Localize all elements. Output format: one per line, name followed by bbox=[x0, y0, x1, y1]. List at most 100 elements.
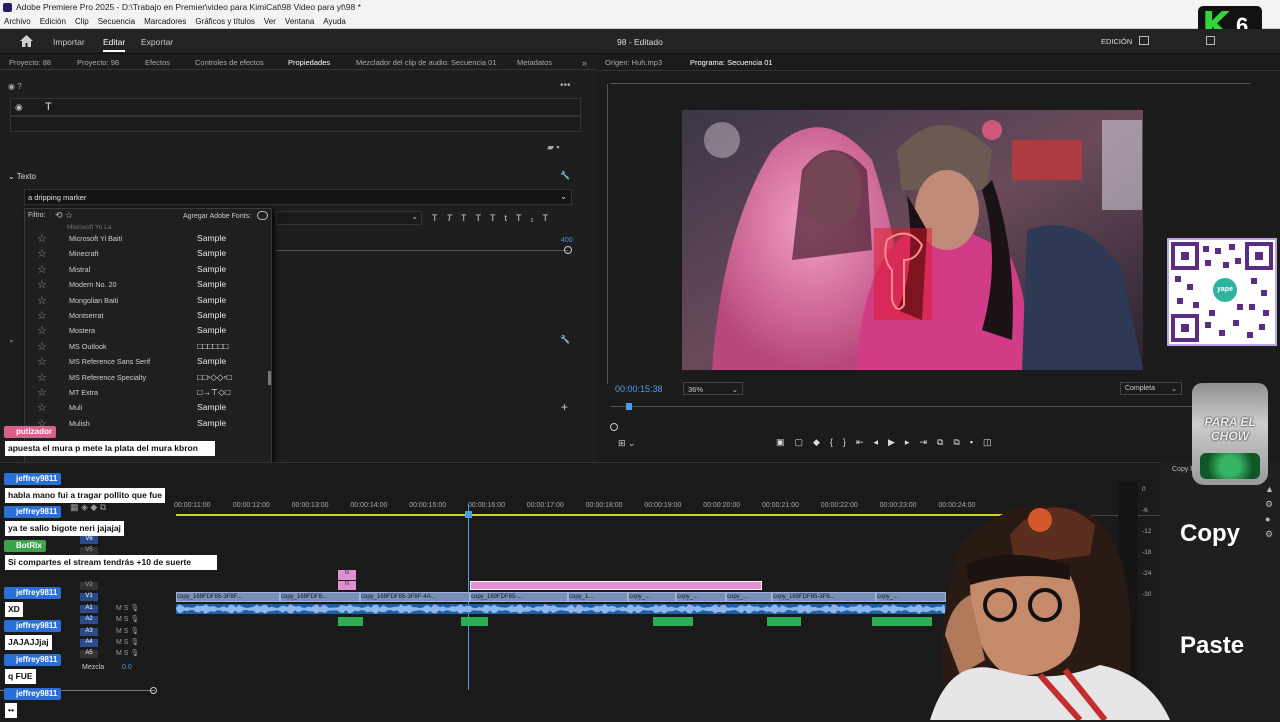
mix-value[interactable]: 0.0 bbox=[122, 664, 132, 671]
font-style-select[interactable]: ⌄ bbox=[276, 211, 422, 225]
font-dropdown[interactable]: Filtro: ⟲ ☆ Agregar Adobe Fonts: Microso… bbox=[24, 208, 272, 472]
panel-icon[interactable] bbox=[1139, 36, 1149, 45]
eye-icon[interactable]: ◉ ? bbox=[8, 82, 22, 91]
audio-track-label[interactable]: A1 bbox=[80, 605, 98, 613]
video-clip[interactable]: copy_169FDF85-3F8... bbox=[772, 592, 876, 602]
tab-exportar[interactable]: Exportar bbox=[141, 37, 173, 47]
font-search-input[interactable]: a dripping marker ⌄ bbox=[24, 189, 572, 205]
video-clip[interactable]: copy_169FDF85-... bbox=[470, 592, 568, 602]
audio-clip-green[interactable] bbox=[461, 617, 488, 626]
work-area-bar[interactable] bbox=[176, 514, 1006, 516]
chevron-down-icon[interactable]: ⌄ bbox=[560, 192, 567, 201]
font-list-item[interactable]: ☆ Microsoft Yi Baiti Sample bbox=[25, 231, 271, 246]
filter-icons[interactable]: ⟲ ☆ bbox=[55, 210, 73, 221]
timeline-playhead-head[interactable] bbox=[465, 511, 472, 518]
menu-clip[interactable]: Clip bbox=[75, 17, 89, 26]
menu-edicion[interactable]: Edición bbox=[40, 17, 66, 26]
wrench-icon-2[interactable]: 🔧 bbox=[560, 335, 570, 344]
quality-select[interactable]: Completa ⌄ bbox=[1120, 382, 1182, 395]
star-icon[interactable]: ☆ bbox=[37, 371, 47, 384]
settings-icon[interactable]: ⊞ ⌄ bbox=[618, 438, 636, 449]
audio-clip-green[interactable] bbox=[653, 617, 693, 626]
star-icon[interactable]: ☆ bbox=[37, 401, 47, 414]
text-style-buttons[interactable]: TTTTTtT₁T bbox=[432, 213, 557, 223]
font-list-item[interactable]: ☆ MS Outlook □□□□□□ bbox=[25, 339, 271, 354]
star-icon[interactable]: ☆ bbox=[37, 340, 47, 353]
video-clip[interactable]: copy_1... bbox=[568, 592, 628, 602]
size-value[interactable]: 400 bbox=[561, 237, 573, 244]
video-clip[interactable]: copy_... bbox=[628, 592, 676, 602]
tab-proyecto-88[interactable]: Proyecto: 88 bbox=[9, 58, 51, 67]
menu-ver[interactable]: Ver bbox=[264, 17, 276, 26]
tab-propiedades[interactable]: Propiedades bbox=[288, 58, 330, 67]
menu-ventana[interactable]: Ventana bbox=[285, 17, 314, 26]
layer-row[interactable]: ◉ T bbox=[10, 98, 581, 116]
tab-source[interactable]: Origen: Huh.mp3 bbox=[605, 58, 662, 67]
tab-editar[interactable]: Editar bbox=[103, 37, 126, 52]
menu-marcadores[interactable]: Marcadores bbox=[144, 17, 186, 26]
font-list-item[interactable]: ☆ MS Reference Specialty □□▫◇◇▫□ bbox=[25, 370, 271, 385]
font-list-item[interactable]: ☆ Mongolian Baiti Sample bbox=[25, 293, 271, 308]
audio-clip-green[interactable] bbox=[338, 617, 363, 626]
visibility-icon[interactable]: ◉ bbox=[15, 102, 23, 113]
audio-track-label[interactable]: A3 bbox=[80, 627, 98, 636]
star-icon[interactable]: ☆ bbox=[37, 247, 47, 260]
menu-archivo[interactable]: Archivo bbox=[4, 17, 31, 26]
graphics-clip[interactable] bbox=[470, 581, 762, 590]
more-tabs-icon[interactable]: » bbox=[582, 58, 587, 68]
text-tool-icon[interactable]: T bbox=[45, 101, 52, 113]
text-section-header[interactable]: ⌄ Texto bbox=[8, 172, 36, 181]
size-slider-handle[interactable] bbox=[564, 246, 572, 254]
font-list-scrollbar[interactable] bbox=[268, 371, 271, 385]
audio-clip-green[interactable] bbox=[767, 617, 801, 626]
star-icon[interactable]: ☆ bbox=[37, 324, 47, 337]
mute-solo-mic-icons[interactable]: M S 🎙 bbox=[116, 615, 139, 623]
font-list-item[interactable]: ☆ Mulish Sample bbox=[25, 416, 271, 431]
track-v6[interactable]: V6 bbox=[80, 536, 98, 544]
adobe-fonts-toggle-icon[interactable] bbox=[257, 211, 268, 220]
video-clip[interactable]: copy_169FDF85-3F8F-4A... bbox=[360, 592, 470, 602]
tab-proyecto-98[interactable]: Proyecto: 98 bbox=[77, 58, 119, 67]
track-v2[interactable]: V2 bbox=[80, 582, 98, 590]
side-icons[interactable]: ▲ ⚙ ● ⚙ bbox=[1265, 482, 1274, 542]
maximize-icon[interactable] bbox=[1206, 36, 1215, 45]
video-clip[interactable]: copy_... bbox=[726, 592, 772, 602]
collapse-icon[interactable]: ⌄ bbox=[8, 335, 15, 344]
video-clip[interactable]: copy_... bbox=[676, 592, 726, 602]
tab-efectos[interactable]: Efectos bbox=[145, 58, 170, 67]
fx-clip-2[interactable]: fx bbox=[338, 581, 356, 590]
star-icon[interactable]: ☆ bbox=[37, 294, 47, 307]
font-list-item[interactable]: ☆ MT Extra □→⊤◇□ bbox=[25, 385, 271, 400]
font-list-item[interactable]: ☆ Mostera Sample bbox=[25, 323, 271, 338]
scrub-bar[interactable] bbox=[610, 406, 1260, 407]
font-list-item[interactable]: ☆ Mistral Sample bbox=[25, 262, 271, 277]
font-list-item[interactable]: ☆ MS Reference Sans Serif Sample bbox=[25, 354, 271, 369]
audio-waveform-a1[interactable] bbox=[176, 604, 946, 614]
video-clip[interactable]: copy_169FDF8... bbox=[280, 592, 360, 602]
add-icon[interactable]: + bbox=[561, 400, 568, 414]
fx-clip-1[interactable]: fx bbox=[338, 570, 356, 580]
audio-track-label[interactable]: A4 bbox=[80, 638, 98, 647]
star-icon[interactable]: ☆ bbox=[37, 263, 47, 276]
tab-mezclador[interactable]: Mezclador del clip de audio: Secuencia 0… bbox=[356, 58, 497, 67]
in-point-handle[interactable] bbox=[610, 423, 618, 431]
folder-icon[interactable]: ▰ ▪ bbox=[547, 142, 560, 153]
font-list-item[interactable]: ☆ Muli Sample bbox=[25, 400, 271, 415]
zoom-select[interactable]: 36% ⌄ bbox=[683, 382, 743, 395]
mute-solo-mic-icons[interactable]: M S 🎙 bbox=[116, 649, 139, 657]
mute-solo-mic-icons[interactable]: M S 🎙 bbox=[116, 627, 139, 635]
home-icon[interactable] bbox=[20, 35, 33, 47]
star-icon[interactable]: ☆ bbox=[37, 309, 47, 322]
audio-track-label[interactable]: A5 bbox=[80, 650, 98, 659]
star-icon[interactable]: ☆ bbox=[37, 386, 47, 399]
mute-solo-mic-icons[interactable]: M S 🎙 bbox=[116, 638, 139, 646]
audio-track-label[interactable]: A2 bbox=[80, 616, 98, 625]
workspace-edicion[interactable]: EDICIÓN bbox=[1101, 37, 1132, 46]
font-list-item[interactable]: ☆ Minecraft Sample bbox=[25, 246, 271, 261]
program-timecode[interactable]: 00:00:15:38 bbox=[615, 384, 663, 394]
menu-graficos[interactable]: Gráficos y títulos bbox=[195, 17, 255, 26]
track-v1[interactable]: V1 bbox=[80, 593, 98, 601]
track-v5[interactable]: V5 bbox=[80, 547, 98, 555]
tab-controles-efectos[interactable]: Controles de efectos bbox=[195, 58, 264, 67]
star-icon[interactable]: ☆ bbox=[37, 232, 47, 245]
